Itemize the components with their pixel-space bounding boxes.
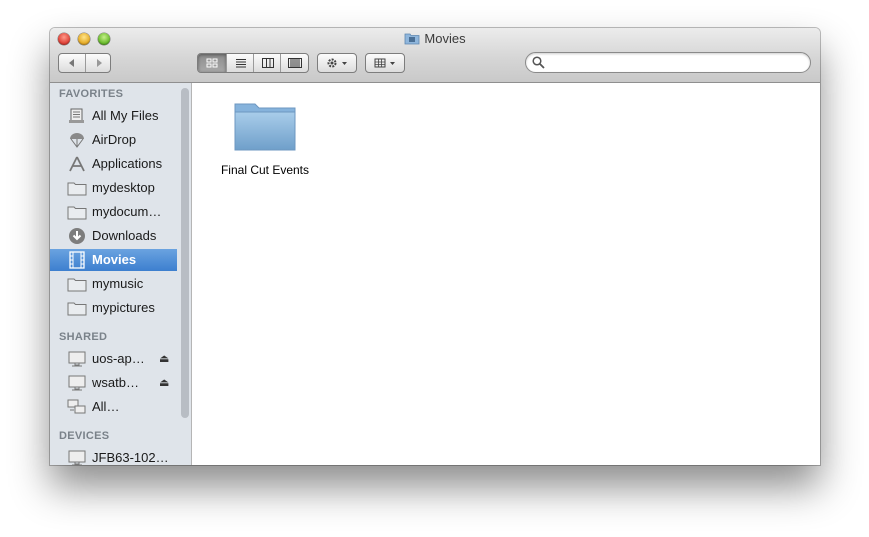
shared-header: SHARED (59, 331, 108, 343)
window-title-text: Movies (424, 31, 466, 46)
sidebar-item-label: mymusic (92, 276, 144, 291)
search-field[interactable] (525, 52, 811, 73)
eject-icon[interactable]: ⏏ (159, 352, 169, 365)
sidebar-item-all-my-files[interactable]: All My Files (50, 105, 177, 127)
folder-icon (67, 302, 87, 316)
list-view-icon (235, 59, 246, 68)
airdrop-icon (70, 133, 84, 148)
sidebar-item-wsatb[interactable]: wsatb… ⏏ (50, 372, 177, 394)
list-view-button[interactable] (226, 54, 254, 72)
movies-icon (69, 251, 85, 269)
folder-item-final-cut-events[interactable]: Final Cut Events (215, 98, 315, 177)
sidebar-item-movies[interactable]: Movies (50, 249, 177, 271)
movies-folder-icon (404, 32, 420, 48)
sidebar-item-label: mydocum… (92, 204, 162, 219)
sidebar-item-label: wsatb… (92, 375, 139, 390)
back-arrow-icon (69, 59, 74, 67)
sidebar-scrollbar[interactable] (181, 88, 189, 418)
gear-icon (327, 58, 347, 68)
computer-icon (68, 450, 86, 465)
coverflow-view-icon (288, 58, 302, 68)
icon-view-icon (206, 58, 218, 68)
sidebar-item-mydocuments[interactable]: mydocum… (50, 201, 177, 223)
applications-icon (69, 156, 85, 172)
back-button[interactable] (59, 54, 85, 72)
search-input[interactable] (548, 54, 807, 72)
server-icon (68, 351, 86, 367)
sidebar-item-label: Downloads (92, 228, 157, 243)
arrange-menu-button[interactable] (365, 53, 405, 73)
sidebar-item-mydesktop[interactable]: mydesktop (50, 177, 177, 199)
forward-arrow-icon (96, 59, 102, 67)
icon-view-button[interactable] (198, 54, 226, 72)
sidebar-item-downloads[interactable]: Downloads (50, 225, 177, 247)
finder-window: Movies FAVORITES All My Files AirDrop Ap… (50, 28, 820, 465)
title-bar: Movies (50, 28, 820, 83)
column-view-icon (261, 58, 274, 68)
sidebar-item-label: JFB63-102… (92, 450, 169, 465)
folder-icon (67, 206, 87, 220)
sidebar: FAVORITES All My Files AirDrop Applicati… (50, 83, 192, 465)
folder-icon (67, 278, 87, 292)
file-browser: Final Cut Events (193, 83, 820, 465)
devices-header: DEVICES (59, 430, 110, 442)
sidebar-item-mypictures[interactable]: mypictures (50, 297, 177, 319)
window-title: Movies (50, 31, 820, 48)
favorites-header: FAVORITES (59, 88, 124, 100)
sidebar-item-label: mypictures (92, 300, 155, 315)
arrange-icon (374, 58, 395, 68)
sidebar-item-label: uos-ap… (92, 351, 145, 366)
sidebar-item-jfb63[interactable]: JFB63-102… (50, 447, 177, 465)
sidebar-item-all-shared[interactable]: All… (50, 396, 177, 418)
sidebar-item-label: AirDrop (92, 132, 137, 147)
server-icon (68, 375, 86, 391)
forward-button[interactable] (85, 54, 111, 72)
sidebar-item-label: All… (92, 399, 120, 414)
folder-item-label: Final Cut Events (220, 163, 310, 177)
sidebar-item-label: Movies (92, 252, 137, 267)
eject-icon[interactable]: ⏏ (159, 376, 169, 389)
network-icon (67, 399, 86, 414)
sidebar-item-label: Applications (92, 156, 163, 171)
folder-icon (234, 103, 296, 151)
sidebar-item-airdrop[interactable]: AirDrop (50, 129, 177, 151)
all-files-icon (69, 108, 84, 123)
sidebar-item-mymusic[interactable]: mymusic (50, 273, 177, 295)
sidebar-item-label: All My Files (92, 108, 159, 123)
sidebar-item-label: mydesktop (92, 180, 155, 195)
action-menu-button[interactable] (317, 53, 357, 73)
downloads-icon (69, 228, 85, 244)
column-view-button[interactable] (253, 54, 281, 72)
folder-icon (67, 182, 87, 196)
coverflow-view-button[interactable] (280, 54, 309, 72)
nav-buttons (58, 53, 111, 73)
sidebar-item-applications[interactable]: Applications (50, 153, 177, 175)
search-icon (532, 56, 545, 69)
view-switcher (197, 53, 309, 73)
sidebar-item-uos-ap[interactable]: uos-ap… ⏏ (50, 348, 177, 370)
